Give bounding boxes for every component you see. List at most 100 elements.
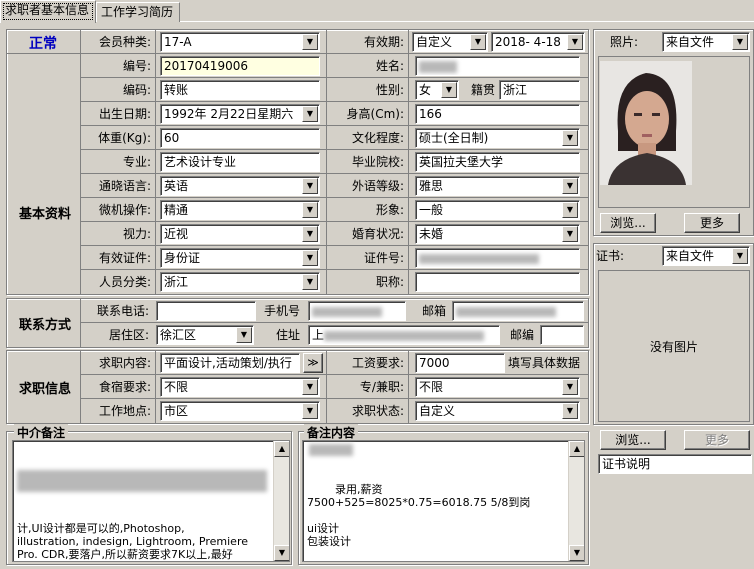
- name-field[interactable]: [415, 56, 580, 76]
- category-select[interactable]: 浙江 ▼: [160, 272, 320, 292]
- language-select[interactable]: 英语 ▼: [160, 176, 320, 196]
- validity-date-picker[interactable]: 2018- 4-18 ▼: [491, 32, 585, 52]
- arrow-up-icon[interactable]: ▲: [569, 441, 584, 457]
- remark-title: 备注内容: [304, 424, 359, 441]
- cert-description-field[interactable]: 证书说明: [598, 454, 752, 474]
- code-label: 编码:: [122, 83, 151, 97]
- scrollbar[interactable]: ▲ ▼: [568, 441, 584, 561]
- job-content-expand-button[interactable]: ≫: [303, 353, 323, 373]
- image-select[interactable]: 一般 ▼: [415, 200, 580, 220]
- validity-type-select[interactable]: 自定义 ▼: [412, 32, 488, 52]
- chevron-down-icon: ▼: [302, 403, 318, 419]
- job-content-label: 求职内容:: [98, 356, 151, 370]
- category-label: 人员分类:: [98, 275, 151, 289]
- validity-label: 有效期:: [363, 35, 404, 49]
- major-field[interactable]: 艺术设计专业: [160, 152, 320, 172]
- lang-level-label: 外语等级:: [351, 179, 404, 193]
- birth-date-picker[interactable]: 1992年 2月22日星期六 ▼: [160, 104, 320, 124]
- postcode-label: 邮编: [509, 328, 534, 342]
- phone-field[interactable]: [156, 301, 256, 321]
- height-field[interactable]: 166: [415, 104, 580, 124]
- cert-browse-button[interactable]: 浏览...: [600, 430, 666, 450]
- chevron-down-icon: ▼: [732, 34, 748, 50]
- arrow-up-icon[interactable]: ▲: [274, 441, 289, 457]
- image-label: 形象:: [375, 203, 404, 217]
- language-label: 通晓语言:: [98, 179, 151, 193]
- agency-note-textarea[interactable]: 计,UI设计都是可以的,Photoshop, illustration, ind…: [12, 440, 290, 562]
- photo-browse-button[interactable]: 浏览...: [600, 213, 656, 233]
- cert-label: 证书:: [596, 249, 625, 263]
- arrow-down-icon[interactable]: ▼: [274, 545, 289, 561]
- remark-textarea[interactable]: 录用,薪资 7500+525=8025*0.75=6018.75 5/8到岗 u…: [302, 440, 585, 562]
- id-no-field[interactable]: [415, 248, 580, 268]
- location-label: 工作地点:: [98, 404, 151, 418]
- address-field[interactable]: 上: [308, 325, 500, 345]
- id-no-label: 证件号:: [363, 251, 404, 265]
- photo-label: 照片:: [609, 35, 638, 49]
- birth-label: 出生日期:: [98, 107, 151, 121]
- fulltime-select[interactable]: 不限 ▼: [415, 377, 580, 397]
- eyesight-select[interactable]: 近视 ▼: [160, 224, 320, 244]
- member-type-select[interactable]: 17-A ▼: [160, 32, 320, 52]
- job-status-select[interactable]: 自定义 ▼: [415, 401, 580, 421]
- number-field[interactable]: 20170419006: [160, 56, 320, 76]
- title-label: 职称:: [375, 275, 404, 289]
- weight-label: 体重(Kg):: [98, 131, 151, 145]
- chevron-down-icon: ▼: [562, 202, 578, 218]
- native-field[interactable]: 浙江: [499, 80, 580, 100]
- computer-select[interactable]: 精通 ▼: [160, 200, 320, 220]
- education-select[interactable]: 硕士(全日制) ▼: [415, 128, 580, 148]
- gender-label: 性别:: [375, 83, 404, 97]
- chevron-down-icon: ▼: [562, 226, 578, 242]
- section-basic-title: 基本资料: [18, 207, 71, 222]
- district-select[interactable]: 徐汇区 ▼: [156, 325, 254, 345]
- district-label: 居住区:: [108, 328, 149, 342]
- chevron-down-icon: ▼: [562, 178, 578, 194]
- arrow-down-icon[interactable]: ▼: [569, 545, 584, 561]
- tab-basic-info[interactable]: 求职者基本信息: [0, 0, 96, 23]
- weight-field[interactable]: 60: [160, 128, 320, 148]
- salary-field[interactable]: 7000: [415, 353, 505, 373]
- location-select[interactable]: 市区 ▼: [160, 401, 320, 421]
- native-label: 籍贯: [470, 83, 495, 97]
- tab-work-history[interactable]: 工作学习简历: [96, 2, 180, 22]
- school-field[interactable]: 英国拉夫堡大学: [415, 152, 580, 172]
- id-type-select[interactable]: 身份证 ▼: [160, 248, 320, 268]
- chevron-down-icon: ▼: [302, 274, 318, 290]
- phone-label: 联系电话:: [96, 304, 149, 318]
- chevron-down-icon: ▼: [562, 403, 578, 419]
- mobile-field[interactable]: [308, 301, 406, 321]
- address-label: 住址: [275, 328, 300, 342]
- scrollbar[interactable]: ▲ ▼: [273, 441, 289, 561]
- cert-more-button: 更多: [684, 430, 750, 450]
- chevron-down-icon: ▼: [302, 106, 318, 122]
- name-label: 姓名:: [375, 59, 404, 73]
- number-label: 编号:: [122, 59, 151, 73]
- chevron-down-icon: ▼: [562, 379, 578, 395]
- cert-image-placeholder: 没有图片: [598, 270, 750, 422]
- photo-source-select[interactable]: 来自文件 ▼: [662, 32, 750, 52]
- title-field[interactable]: [415, 272, 580, 292]
- gender-select[interactable]: 女 ▼: [415, 80, 459, 100]
- board-select[interactable]: 不限 ▼: [160, 377, 320, 397]
- height-label: 身高(Cm):: [346, 107, 404, 121]
- member-type-label: 会员种类:: [98, 35, 151, 49]
- cert-source-select[interactable]: 来自文件 ▼: [662, 246, 750, 266]
- code-field[interactable]: 转账: [160, 80, 320, 100]
- chevron-down-icon: ▼: [470, 34, 486, 50]
- photo-more-button[interactable]: 更多: [684, 213, 740, 233]
- postcode-field[interactable]: [540, 325, 584, 345]
- marital-select[interactable]: 未婚 ▼: [415, 224, 580, 244]
- job-content-field[interactable]: 平面设计,活动策划/执行: [160, 353, 300, 373]
- chevron-down-icon: ▼: [567, 34, 583, 50]
- mobile-label: 手机号: [263, 304, 300, 318]
- chevron-down-icon: ▼: [302, 34, 318, 50]
- chevron-down-icon: ▼: [302, 202, 318, 218]
- email-field[interactable]: [452, 301, 584, 321]
- computer-label: 微机操作:: [98, 203, 151, 217]
- photo-image: [600, 61, 692, 185]
- chevron-down-icon: ▼: [302, 250, 318, 266]
- chevron-down-icon: ▼: [441, 82, 457, 98]
- tab-strip: 求职者基本信息 工作学习简历: [0, 0, 754, 23]
- lang-level-select[interactable]: 雅思 ▼: [415, 176, 580, 196]
